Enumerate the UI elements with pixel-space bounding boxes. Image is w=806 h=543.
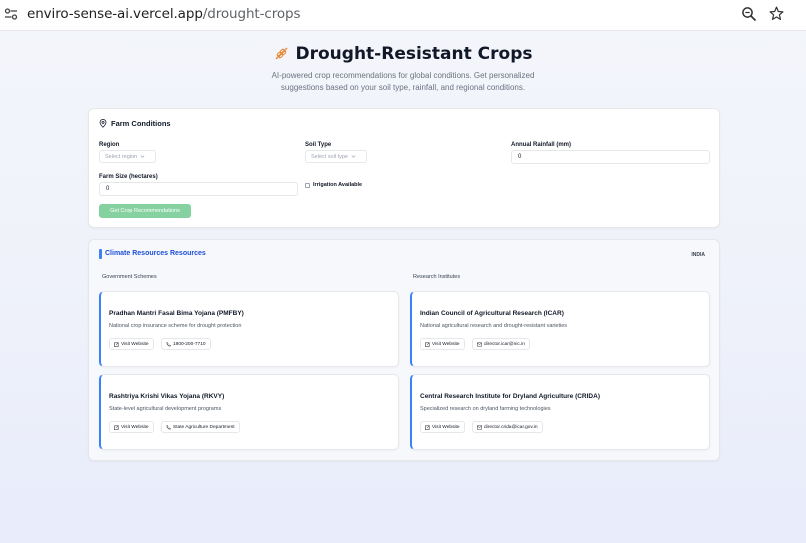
- irrigation-label: Irrigation Available: [313, 182, 363, 188]
- resource-name: Indian Council of Agricultural Research …: [420, 310, 564, 317]
- external-link-icon: [114, 424, 119, 430]
- external-link-icon: [425, 341, 430, 347]
- resource-card-crida: Central Research Institute for Dryland A…: [410, 374, 710, 450]
- visit-website-button[interactable]: Visit Website: [420, 421, 465, 433]
- page-title-text: Drought-Resistant Crops: [295, 44, 533, 64]
- farm-conditions-card: Farm Conditions Region Select region Soi…: [88, 108, 720, 228]
- rainfall-label: Annual Rainfall (mm): [511, 142, 572, 148]
- get-recommendations-button[interactable]: Get Crop Recommendations: [99, 204, 191, 218]
- title-accent-bar: [99, 249, 102, 259]
- resource-card-icar: Indian Council of Agricultural Research …: [410, 291, 710, 367]
- external-link-icon: [114, 341, 119, 347]
- soil-type-label: Soil Type: [305, 142, 332, 148]
- visit-website-label: Visit Website: [121, 424, 149, 430]
- contact-label: 1800-200-7710: [173, 341, 206, 347]
- visit-website-button[interactable]: Visit Website: [109, 421, 154, 433]
- contact-phone-button[interactable]: 1800-200-7710: [161, 338, 211, 350]
- contact-email-button[interactable]: director.icar@nic.in: [472, 338, 530, 350]
- visit-website-button[interactable]: Visit Website: [420, 338, 465, 350]
- wheat-icon: [275, 47, 287, 60]
- mail-icon: [477, 342, 482, 346]
- resource-name: Rashtriya Krishi Vikas Yojana (RKVY): [109, 393, 225, 400]
- page-title: Drought-Resistant Crops: [0, 44, 806, 64]
- irrigation-option[interactable]: Irrigation Available: [305, 182, 362, 188]
- external-link-icon: [425, 424, 430, 430]
- resource-card-rkvy: Rashtriya Krishi Vikas Yojana (RKVY) Sta…: [99, 374, 399, 450]
- zoom-icon[interactable]: [741, 6, 757, 22]
- region-label: Region: [99, 142, 120, 148]
- bookmark-star-icon[interactable]: [768, 5, 785, 22]
- site-settings-icon[interactable]: [4, 7, 18, 21]
- farm-conditions-header: Farm Conditions: [99, 119, 171, 128]
- soil-type-select[interactable]: Select soil type: [305, 150, 367, 163]
- contact-label: State Agriculture Department: [173, 424, 235, 430]
- resource-description: National crop insurance scheme for droug…: [109, 323, 242, 329]
- chevron-down-icon: [140, 155, 145, 158]
- contact-label: director.icar@nic.in: [484, 341, 525, 347]
- visit-website-button[interactable]: Visit Website: [109, 338, 154, 350]
- farm-size-label: Farm Size (hectares): [99, 174, 158, 180]
- rainfall-input[interactable]: 0: [511, 150, 710, 164]
- region-select[interactable]: Select region: [99, 150, 156, 163]
- browser-url-bar: enviro-sense-ai.vercel.app/drought-crops: [0, 0, 806, 31]
- research-institutes-heading: Research Institutes: [413, 274, 461, 280]
- visit-website-label: Visit Website: [432, 424, 460, 430]
- resource-description: National agricultural research and droug…: [420, 323, 568, 329]
- map-pin-icon: [99, 119, 107, 128]
- farm-conditions-title: Farm Conditions: [111, 119, 171, 128]
- mail-icon: [477, 425, 482, 429]
- climate-resources-title: Climate Resources Resources: [105, 250, 206, 257]
- visit-website-label: Visit Website: [432, 341, 460, 347]
- soil-type-placeholder: Select soil type: [311, 153, 348, 160]
- contact-email-button[interactable]: director.crida@icar.gov.in: [472, 421, 543, 433]
- government-schemes-heading: Government Schemes: [102, 274, 157, 280]
- page-subtitle: AI-powered crop recommendations for glob…: [271, 71, 535, 92]
- country-badge: INDIA: [691, 252, 705, 258]
- region-placeholder: Select region: [105, 153, 138, 160]
- resource-description: Specialized research on dryland farming …: [420, 406, 551, 412]
- url-path: /drought-crops: [202, 6, 301, 22]
- url-host: enviro-sense-ai.vercel.app: [27, 6, 203, 22]
- phone-icon: [166, 341, 171, 346]
- chevron-down-icon: [351, 155, 356, 158]
- irrigation-checkbox[interactable]: [305, 182, 310, 188]
- resource-name: Central Research Institute for Dryland A…: [420, 393, 600, 400]
- resource-card-pmfby: Pradhan Mantri Fasal Bima Yojana (PMFBY)…: [99, 291, 399, 367]
- resource-name: Pradhan Mantri Fasal Bima Yojana (PMFBY): [109, 310, 244, 317]
- resource-description: State-level agricultural development pro…: [109, 406, 222, 412]
- farm-size-input[interactable]: 0: [99, 182, 298, 196]
- visit-website-label: Visit Website: [121, 341, 149, 347]
- address-bar[interactable]: enviro-sense-ai.vercel.app/drought-crops: [27, 6, 301, 22]
- contact-label: director.crida@icar.gov.in: [484, 424, 538, 430]
- climate-resources-card: Climate Resources Resources INDIA Govern…: [88, 239, 720, 461]
- contact-phone-button[interactable]: State Agriculture Department: [161, 421, 240, 433]
- phone-icon: [166, 424, 171, 429]
